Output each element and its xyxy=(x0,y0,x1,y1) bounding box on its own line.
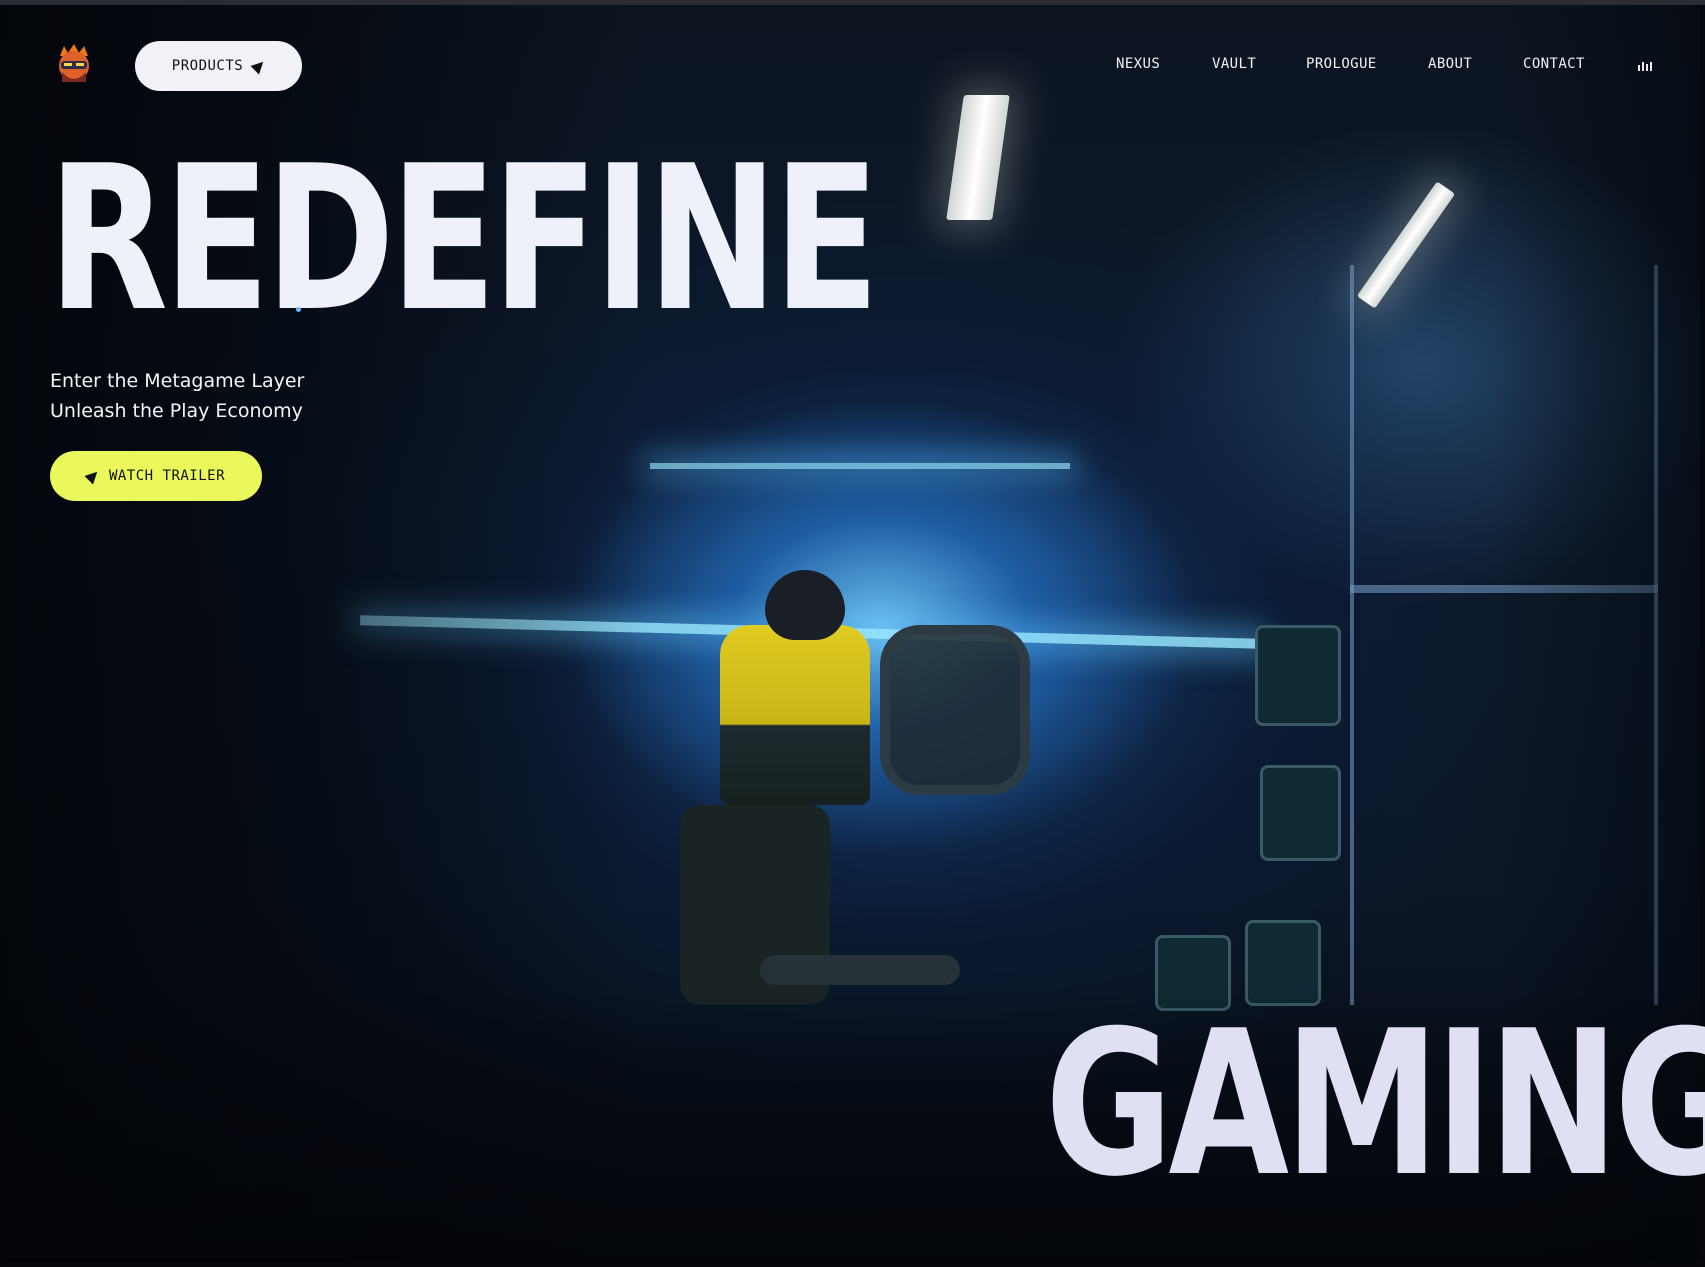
watch-trailer-label: WATCH TRAILER xyxy=(108,468,226,484)
tagline: Enter the Metagame Layer Unleash the Pla… xyxy=(50,366,304,426)
nav-link-vault[interactable]: VAULT xyxy=(1212,56,1256,72)
tagline-line-2: Unleash the Play Economy xyxy=(50,400,303,422)
arrow-icon xyxy=(250,57,268,75)
nav-link-contact[interactable]: CONTACT xyxy=(1523,56,1585,72)
headline-top: REDEFINE xyxy=(48,123,880,356)
products-label: PRODUCTS xyxy=(171,58,244,74)
watch-trailer-button[interactable]: WATCH TRAILER xyxy=(50,451,262,501)
ninja-avatar-logo-icon[interactable] xyxy=(52,42,96,86)
nav-link-nexus[interactable]: NEXUS xyxy=(1116,56,1160,72)
audio-bars-icon[interactable] xyxy=(1638,61,1652,71)
products-button[interactable]: PRODUCTS xyxy=(135,41,302,91)
cursor-dot xyxy=(296,307,301,312)
headline-bottom: GAMING xyxy=(1045,988,1705,1221)
nav-link-about[interactable]: ABOUT xyxy=(1428,56,1472,72)
tagline-line-1: Enter the Metagame Layer xyxy=(50,370,305,392)
nav-link-prologue[interactable]: PROLOGUE xyxy=(1306,56,1377,72)
page: PRODUCTS NEXUS VAULT PROLOGUE ABOUT CONT… xyxy=(0,0,1705,1267)
arrow-icon xyxy=(84,467,102,485)
